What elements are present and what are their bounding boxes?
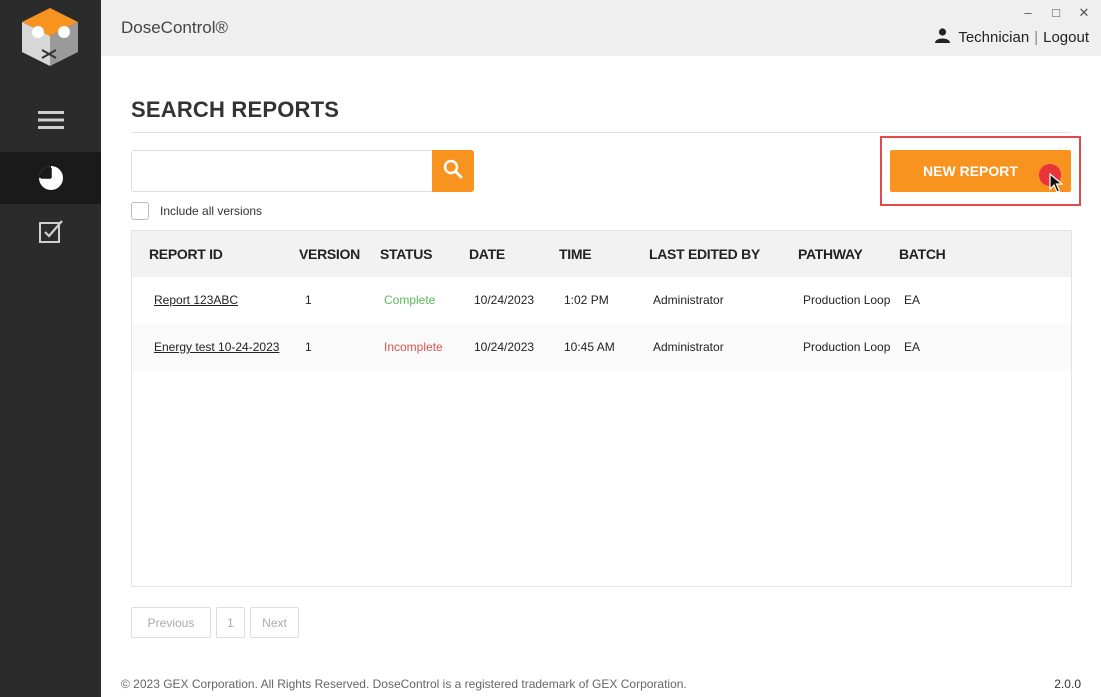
pathway-cell: Production Loop [803, 340, 891, 354]
copyright-text: © 2023 GEX Corporation. All Rights Reser… [121, 677, 687, 691]
batch-cell: EA [904, 340, 921, 354]
include-versions-label: Include all versions [160, 204, 263, 218]
col-header-pathway[interactable]: PATHWAY [798, 246, 863, 262]
minimize-icon[interactable]: ‒ [1021, 5, 1035, 21]
col-header-report-id[interactable]: REPORT ID [149, 246, 223, 262]
col-header-status[interactable]: STATUS [380, 246, 432, 262]
search-input[interactable] [131, 150, 433, 192]
title-divider [131, 132, 1071, 133]
time-cell: 1:02 PM [564, 293, 609, 307]
include-versions-checkbox[interactable] [131, 202, 149, 220]
window-controls: ‒ □ ✕ [1021, 5, 1091, 21]
report-id-link[interactable]: Energy test 10-24-2023 [154, 340, 279, 354]
col-header-version[interactable]: VERSION [299, 246, 360, 262]
table-header: REPORT ID VERSION STATUS DATE TIME LAST … [132, 231, 1071, 277]
next-button[interactable]: Next [250, 607, 299, 638]
close-icon[interactable]: ✕ [1077, 5, 1091, 21]
table-row[interactable]: Report 123ABC 1 Complete 10/24/2023 1:02… [132, 277, 1071, 324]
search-button[interactable] [432, 150, 474, 192]
date-cell: 10/24/2023 [474, 340, 535, 354]
report-id-link[interactable]: Report 123ABC [154, 293, 238, 307]
last-edited-by-cell: Administrator [653, 340, 724, 354]
time-cell: 10:45 AM [564, 340, 615, 354]
cursor-icon [1049, 172, 1064, 198]
pie-chart-icon [38, 165, 64, 191]
app-title: DoseControl® [121, 18, 229, 37]
version-label: 2.0.0 [1054, 677, 1081, 691]
table-row[interactable]: Energy test 10-24-2023 1 Incomplete 10/2… [132, 324, 1071, 371]
search-icon [443, 159, 463, 184]
previous-button[interactable]: Previous [131, 607, 211, 638]
sidebar-item-checklist[interactable] [0, 205, 101, 257]
user-separator: | [1034, 29, 1039, 46]
col-header-time[interactable]: TIME [559, 246, 592, 262]
reports-table: REPORT ID VERSION STATUS DATE TIME LAST … [131, 230, 1072, 587]
col-header-date[interactable]: DATE [469, 246, 505, 262]
sidebar-item-menu[interactable] [0, 94, 101, 146]
username: Technician [958, 29, 1030, 46]
page-title: SEARCH REPORTS [131, 97, 340, 122]
col-header-last-edited-by[interactable]: LAST EDITED BY [649, 246, 760, 262]
gex-logo [18, 6, 82, 68]
include-versions-row: Include all versions [131, 202, 262, 220]
pagination: Previous 1 Next [131, 607, 299, 638]
user-area: Technician | Logout [935, 28, 1089, 47]
batch-cell: EA [904, 293, 921, 307]
user-icon [935, 28, 951, 47]
col-header-batch[interactable]: BATCH [899, 246, 946, 262]
hamburger-menu-icon [37, 110, 64, 130]
status-cell: Complete [384, 293, 436, 307]
sidebar [0, 0, 101, 697]
checkbox-icon [38, 218, 64, 244]
pathway-cell: Production Loop [803, 293, 891, 307]
date-cell: 10/24/2023 [474, 293, 535, 307]
page-1-button[interactable]: 1 [216, 607, 245, 638]
sidebar-item-reports[interactable] [0, 152, 101, 204]
maximize-icon[interactable]: □ [1049, 5, 1063, 21]
version-cell: 1 [305, 340, 312, 354]
version-cell: 1 [305, 293, 312, 307]
top-bar: DoseControl® ‒ □ ✕ Technician | Logout [101, 0, 1101, 56]
status-cell: Incomplete [384, 340, 443, 354]
logout-link[interactable]: Logout [1043, 29, 1089, 46]
last-edited-by-cell: Administrator [653, 293, 724, 307]
